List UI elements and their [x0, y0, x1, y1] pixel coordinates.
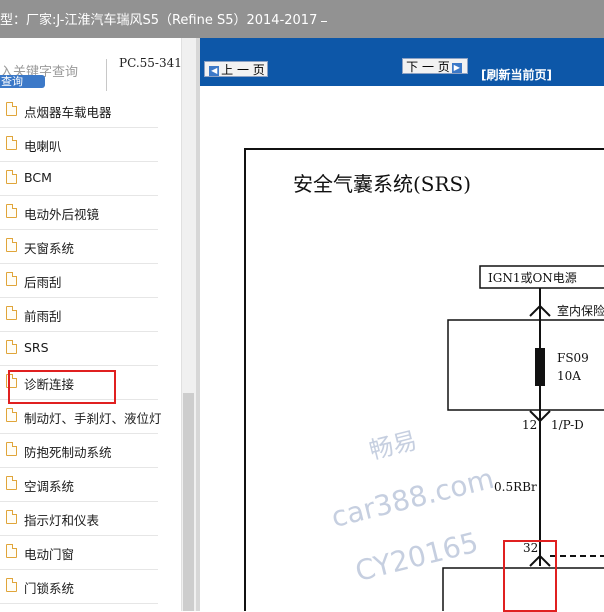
list-item-srs[interactable]: SRS	[0, 332, 158, 366]
document-icon	[6, 306, 17, 320]
fusebox-label: 室内保险	[557, 304, 604, 318]
refresh-link[interactable]: [刷新当前页]	[481, 66, 552, 83]
document-icon	[6, 544, 17, 558]
document-icon	[6, 170, 17, 184]
viewer-pane: ◀ 上 一 页 下 一 页 ▶ [刷新当前页] 安全气囊系统(SRS) IGN1或O…	[200, 38, 604, 612]
list-item-label: 电动门窗	[24, 547, 75, 562]
wiring-diagram	[244, 148, 604, 611]
list-item-label: 空调系统	[24, 479, 75, 494]
list-item-label: 制动灯、手刹灯、液位灯	[24, 411, 162, 426]
document-icon	[6, 510, 17, 524]
list-item[interactable]: 制动灯、手刹灯、液位灯	[0, 400, 162, 434]
list-item[interactable]: 指示灯和仪表	[0, 502, 158, 536]
list-item[interactable]: 门锁系统	[0, 570, 158, 604]
sidebar-scrollbar[interactable]	[181, 38, 196, 611]
document-icon	[6, 442, 17, 456]
list-item-label: SRS	[24, 340, 49, 355]
list-item[interactable]: 后雨刮	[0, 264, 158, 298]
list-item-label: 电喇叭	[24, 139, 62, 154]
list-item[interactable]: 电动外后视镜	[0, 196, 158, 230]
list-item[interactable]: 点烟器车载电器	[0, 94, 158, 128]
list-item[interactable]: BCM	[0, 162, 158, 196]
highlight-box	[503, 540, 557, 612]
diagram-canvas: 安全气囊系统(SRS) IGN1或ON电源 室内保险 FS09 10A 12 1…	[200, 86, 604, 612]
next-page-button[interactable]: 下 一 页 ▶	[402, 58, 468, 74]
ign-label: IGN1或ON电源	[488, 271, 577, 285]
viewer-toolbar: ◀ 上 一 页 下 一 页 ▶ [刷新当前页]	[200, 38, 604, 86]
document-icon	[6, 408, 17, 422]
list-item[interactable]: 前雨刮	[0, 298, 158, 332]
document-icon	[6, 102, 17, 116]
wire-label: 0.5RBr	[494, 480, 537, 494]
fuse-rating: 10A	[557, 369, 581, 383]
document-icon	[6, 238, 17, 252]
list-item-label: 天窗系统	[24, 241, 75, 256]
pc-code: PC.55-3411	[119, 56, 190, 70]
vehicle-title: 型：厂家:J-江淮汽车瑞风S5（Refine S5）2014-2017	[0, 13, 318, 28]
list-item-label: 后雨刮	[24, 275, 62, 290]
list-item-label: 指示灯和仪表	[24, 513, 100, 528]
list-item-label: 点烟器车载电器	[24, 105, 112, 120]
fuse-id: FS09	[557, 351, 589, 365]
chevron-right-icon: ▶	[451, 62, 462, 73]
title-link[interactable]	[321, 21, 327, 22]
list-item[interactable]: 电喇叭	[0, 128, 158, 162]
connector-label: 1/P-D	[551, 418, 584, 432]
fusebox	[447, 319, 604, 411]
diagram-title: 安全气囊系统(SRS)	[293, 172, 472, 196]
prev-page-label: 上 一 页	[221, 63, 265, 77]
fuse-element	[535, 348, 545, 386]
list-item-label: BCM	[24, 170, 52, 185]
list-item[interactable]: 空调系统	[0, 468, 158, 502]
chevron-left-icon: ◀	[209, 65, 220, 76]
list-item-label: 电动外后视镜	[24, 207, 100, 222]
list-item-label: 门锁系统	[24, 581, 75, 596]
list-item[interactable]: 电动门窗	[0, 536, 158, 570]
prev-page-button[interactable]: ◀ 上 一 页	[204, 61, 268, 77]
list-item-label: 防抱死制动系统	[24, 445, 112, 460]
divider	[106, 59, 107, 91]
sidebar: 入关键字查询 查询 PC.55-3411 点烟器车载电器 电喇叭 BCM 电动外…	[0, 38, 198, 611]
scrollbar-thumb[interactable]	[183, 393, 194, 611]
document-icon	[6, 136, 17, 150]
highlight-box	[8, 370, 116, 404]
document-icon	[6, 578, 17, 592]
list-item[interactable]: 防抱死制动系统	[0, 434, 158, 468]
list-item[interactable]: 天窗系统	[0, 230, 158, 264]
title-bar: 型：厂家:J-江淮汽车瑞风S5（Refine S5）2014-2017	[0, 0, 604, 38]
query-button[interactable]: 查询	[0, 75, 45, 88]
document-icon	[6, 272, 17, 286]
next-page-label: 下 一 页	[406, 60, 450, 74]
document-icon	[6, 204, 17, 218]
pin-top: 12	[522, 418, 538, 432]
list-item-label: 前雨刮	[24, 309, 62, 324]
document-icon	[6, 340, 17, 354]
document-icon	[6, 476, 17, 490]
